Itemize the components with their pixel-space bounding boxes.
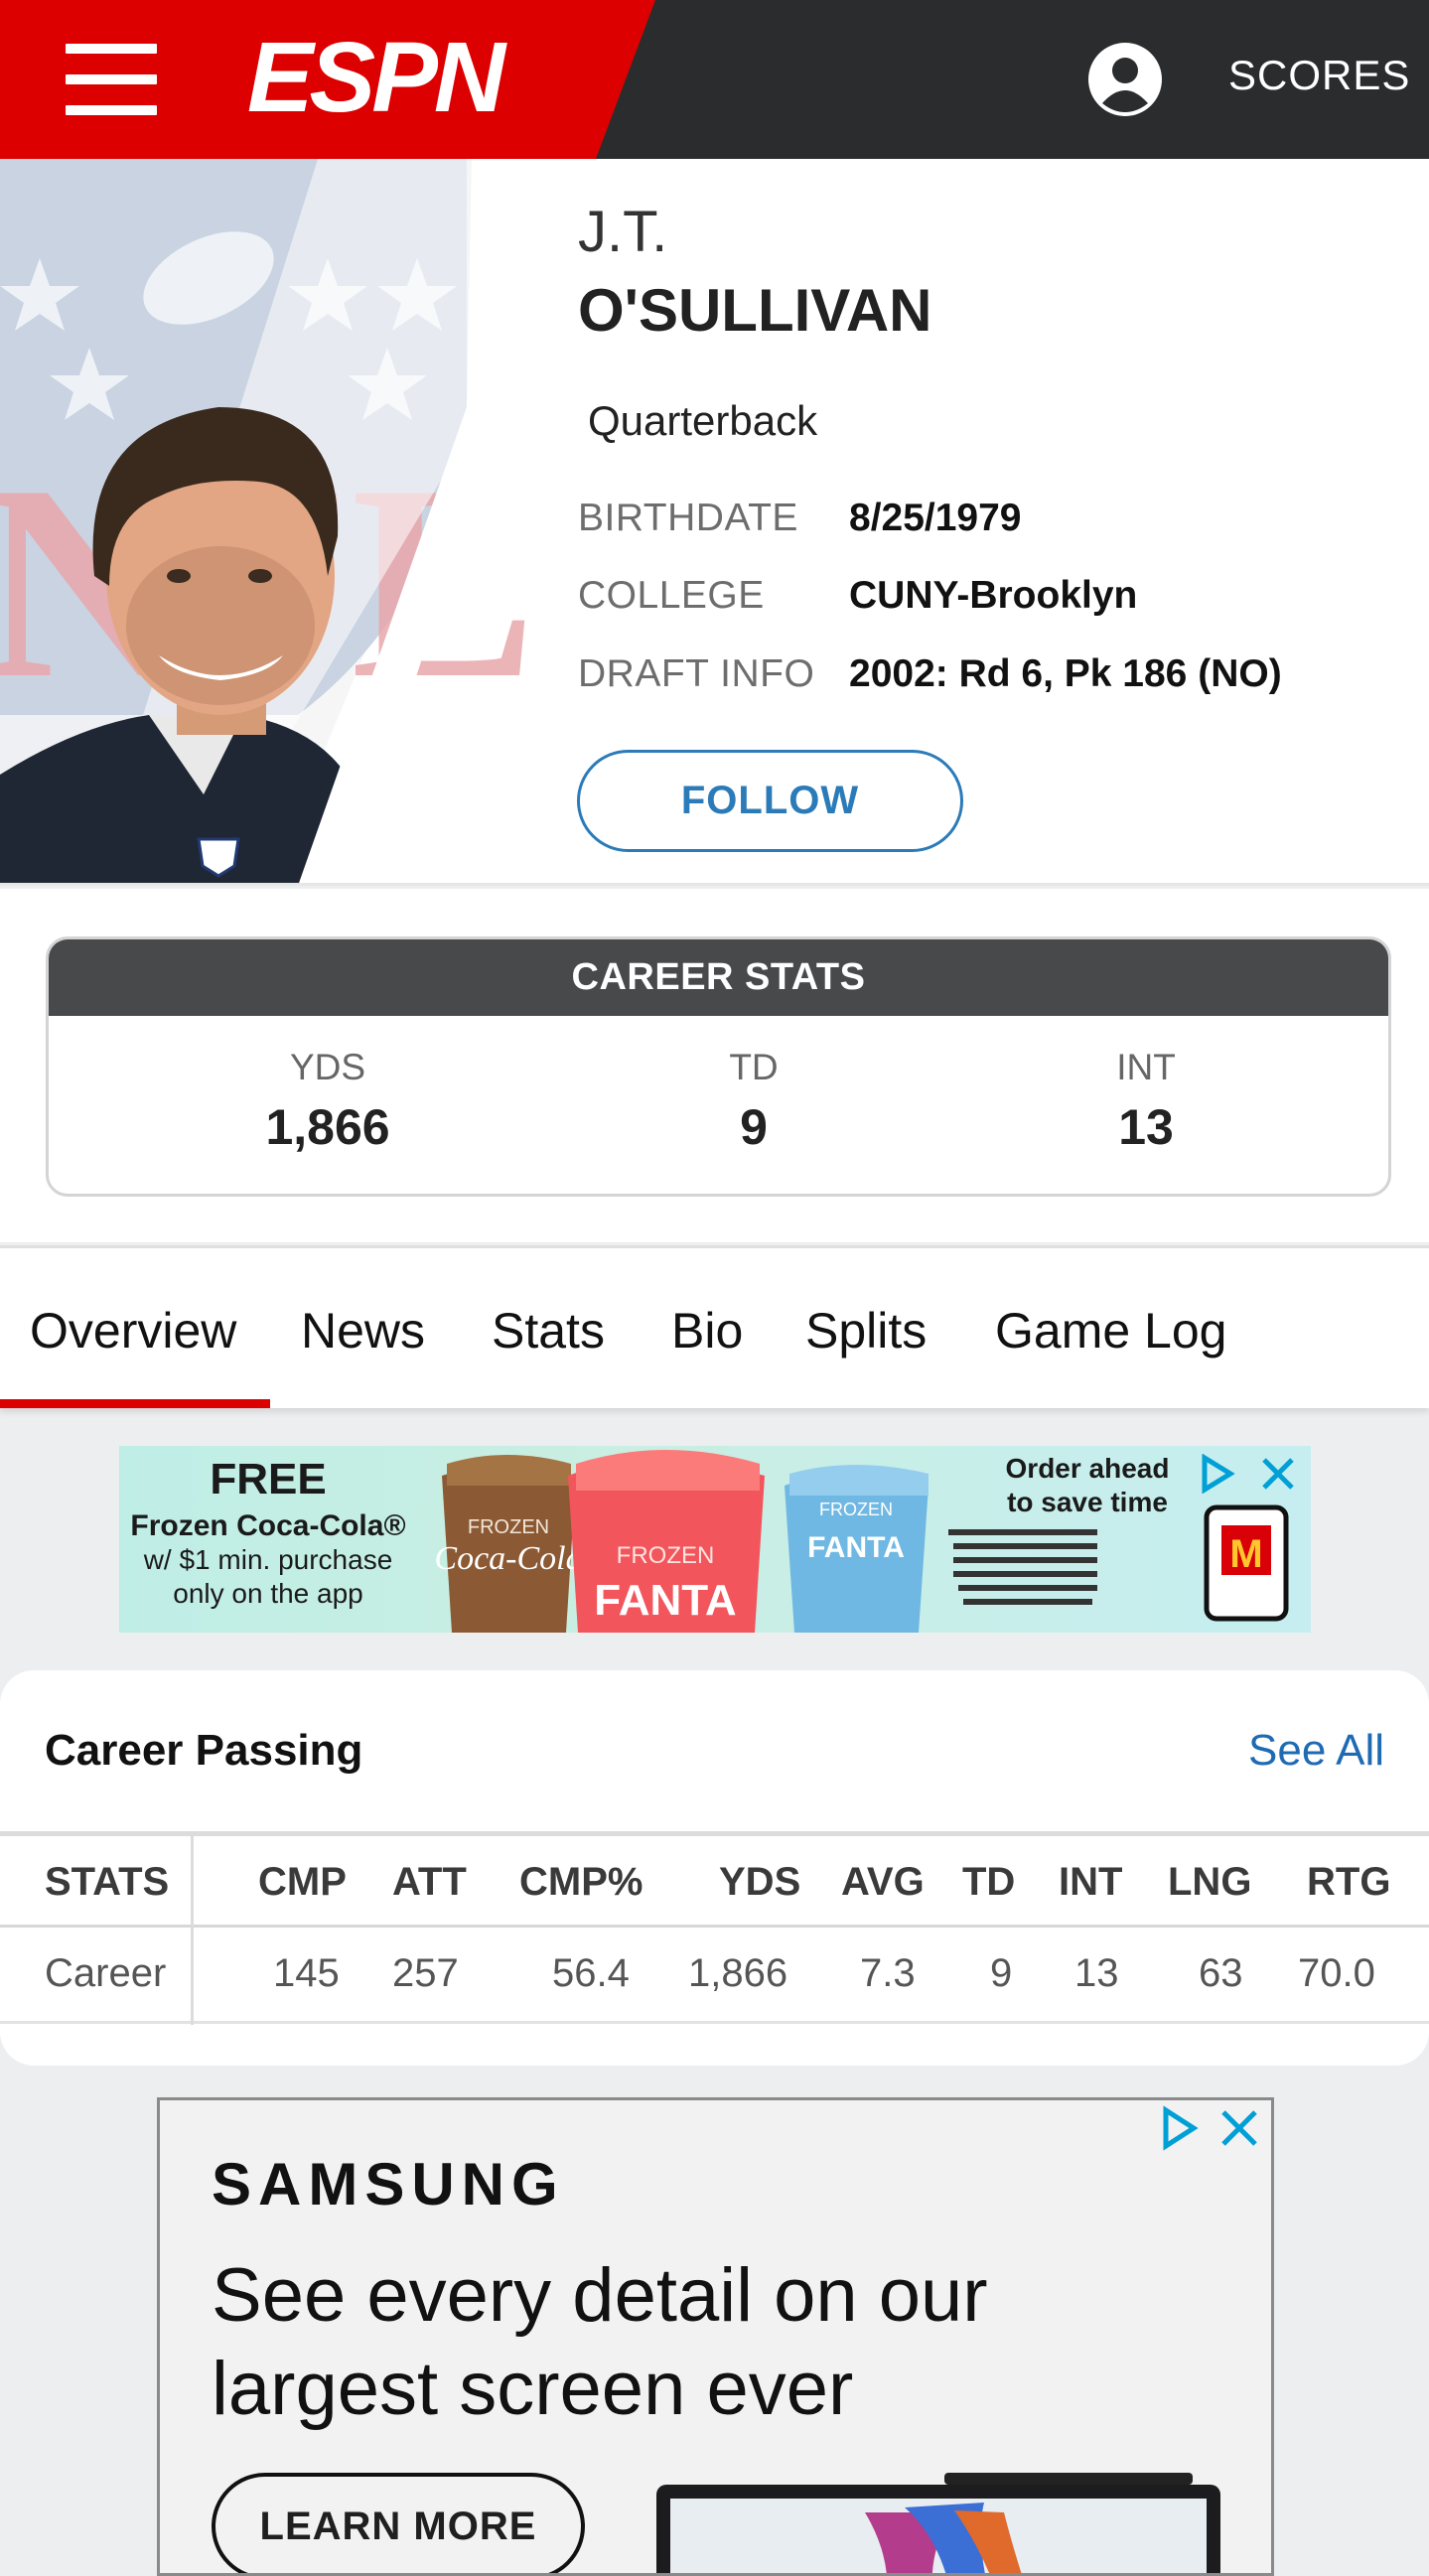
- column-header: CMP: [258, 1859, 347, 1904]
- stat-label: TD: [729, 1047, 779, 1087]
- player-headshot: NFL: [0, 159, 586, 883]
- player-position: Quarterback: [588, 397, 818, 444]
- bio-label: COLLEGE: [578, 574, 765, 617]
- top-nav-bar: ESPN SCORES: [0, 0, 1429, 159]
- table-cell: 63: [1199, 1950, 1243, 1995]
- table-cell: 70.0: [1298, 1950, 1375, 1995]
- table-cell: 56.4: [552, 1950, 630, 1995]
- stat-label: YDS: [289, 1047, 366, 1087]
- table-header-row: STATS CMP ATT CMP% YDS AVG TD INT LNG RT…: [0, 1831, 1429, 1928]
- svg-text:FREE: FREE: [210, 1455, 326, 1503]
- column-header: ATT: [392, 1859, 467, 1904]
- samsung-ad-banner[interactable]: SAMSUNG See every detail on our largest …: [157, 2097, 1274, 2576]
- table-cell: 145: [273, 1950, 340, 1995]
- svg-text:M: M: [1229, 1532, 1262, 1576]
- svg-text:Frozen Coca-Cola®: Frozen Coca-Cola®: [130, 1509, 405, 1542]
- ad-brand: SAMSUNG: [212, 2151, 565, 2218]
- table-cell: 9: [990, 1950, 1013, 1995]
- bio-label: DRAFT INFO: [578, 652, 815, 695]
- column-header: RTG: [1307, 1859, 1391, 1904]
- career-stat-yds: YDS 1,866: [179, 1047, 477, 1156]
- svg-text:FROZEN: FROZEN: [819, 1500, 893, 1519]
- follow-button[interactable]: FOLLOW: [577, 750, 963, 852]
- svg-text:FANTA: FANTA: [807, 1531, 905, 1564]
- career-stat-td: TD 9: [605, 1047, 903, 1156]
- career-stats-title: CAREER STATS: [49, 939, 1388, 1016]
- ad-headline: See every detail on our largest screen e…: [212, 2253, 988, 2431]
- tab-bio[interactable]: Bio: [671, 1302, 743, 1360]
- svg-text:w/ $1 min. purchase: w/ $1 min. purchase: [143, 1544, 393, 1575]
- column-header: STATS: [45, 1859, 170, 1904]
- column-header: YDS: [719, 1859, 801, 1904]
- table-cell: Career: [45, 1950, 167, 1995]
- bio-label: BIRTHDATE: [578, 497, 798, 539]
- svg-text:ESPN: ESPN: [247, 30, 507, 129]
- active-tab-indicator: [0, 1399, 270, 1408]
- ad-choices-icon[interactable]: [1197, 1454, 1306, 1494]
- bio-value: CUNY-Brooklyn: [849, 574, 1138, 617]
- menu-icon[interactable]: [66, 44, 157, 115]
- column-header: LNG: [1168, 1859, 1252, 1904]
- career-stat-int: INT 13: [997, 1047, 1295, 1156]
- tab-stats[interactable]: Stats: [492, 1302, 605, 1360]
- player-header: NFL J.T. O'SULLIVAN Quarterback BIRTHDAT…: [0, 159, 1429, 886]
- svg-text:Order ahead: Order ahead: [1006, 1453, 1170, 1484]
- svg-text:FANTA: FANTA: [594, 1576, 736, 1625]
- table-cell: 1,866: [688, 1950, 788, 1995]
- career-passing-title: Career Passing: [45, 1726, 363, 1775]
- tablet-device-image: [656, 2473, 1220, 2573]
- table-column-divider: [191, 1831, 194, 2025]
- player-last-name: O'SULLIVAN: [578, 277, 932, 344]
- ad-creative: FREE Frozen Coca-Cola® w/ $1 min. purcha…: [130, 1450, 1289, 1633]
- column-header: AVG: [841, 1859, 925, 1904]
- tab-news[interactable]: News: [301, 1302, 425, 1360]
- career-passing-card: Career Passing See All STATS CMP ATT CMP…: [0, 1670, 1429, 2066]
- see-all-link[interactable]: See All: [1248, 1726, 1384, 1776]
- svg-text:FROZEN: FROZEN: [468, 1516, 549, 1538]
- table-cell: 257: [392, 1950, 459, 1995]
- column-header: TD: [962, 1859, 1016, 1904]
- table-cell: 13: [1074, 1950, 1119, 1995]
- account-icon[interactable]: [1085, 40, 1165, 119]
- learn-more-button[interactable]: LEARN MORE: [212, 2473, 585, 2573]
- table-cell: 7.3: [860, 1950, 916, 1995]
- stat-value: 1,866: [265, 1099, 390, 1155]
- tab-overview[interactable]: Overview: [30, 1302, 236, 1360]
- svg-text:FROZEN: FROZEN: [617, 1542, 715, 1569]
- stat-value: 9: [740, 1099, 768, 1155]
- column-header: CMP%: [519, 1859, 643, 1904]
- player-first-name: J.T.: [578, 200, 668, 264]
- bio-value: 2002: Rd 6, Pk 186 (NO): [849, 652, 1282, 695]
- svg-text:to save time: to save time: [1007, 1487, 1168, 1517]
- bio-value: 8/25/1979: [849, 497, 1022, 539]
- tab-game-log[interactable]: Game Log: [995, 1302, 1226, 1360]
- ad-choices-icon[interactable]: [1158, 2104, 1267, 2152]
- column-header: INT: [1059, 1859, 1123, 1904]
- table-row: Career 145 257 56.4 1,866 7.3 9 13 63 70…: [0, 1928, 1429, 2024]
- player-tabs: Overview News Stats Bio Splits Game Log: [0, 1245, 1429, 1408]
- stat-label: INT: [1116, 1047, 1176, 1087]
- scores-link[interactable]: SCORES: [1228, 52, 1410, 99]
- career-stats-section: CAREER STATS YDS 1,866 TD 9 INT 13: [0, 889, 1429, 1242]
- svg-text:Coca-Cola: Coca-Cola: [434, 1540, 582, 1577]
- espn-logo[interactable]: ESPN: [220, 30, 528, 129]
- career-stats-card: CAREER STATS YDS 1,866 TD 9 INT 13: [46, 936, 1391, 1197]
- stat-value: 13: [1118, 1099, 1174, 1155]
- tab-splits[interactable]: Splits: [805, 1302, 927, 1360]
- svg-text:only on the app: only on the app: [173, 1578, 363, 1609]
- mcdonalds-ad-banner[interactable]: FREE Frozen Coca-Cola® w/ $1 min. purcha…: [119, 1446, 1311, 1633]
